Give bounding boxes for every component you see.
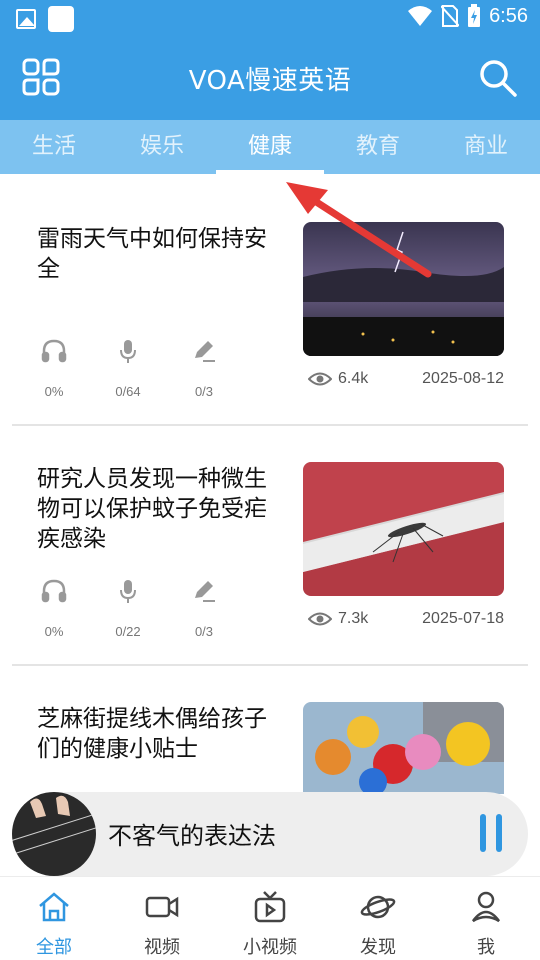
bottom-nav: 全部 视频 小视频 发现 我 — [0, 876, 540, 960]
listen-progress: 0% — [32, 576, 76, 639]
tab-business[interactable]: 商业 — [432, 120, 540, 174]
tab-entertainment[interactable]: 娱乐 — [108, 120, 216, 174]
nav-short-video[interactable]: 小视频 — [216, 877, 324, 960]
listen-value: 0% — [44, 624, 64, 639]
article-item[interactable]: 研究人员发现一种微生物可以保护蚊子免受疟疾感染 0% 0/22 0/3 7.3k… — [0, 414, 540, 654]
headphones-icon — [41, 339, 67, 363]
status-bar: 6:56 — [0, 0, 540, 36]
write-value: 0/3 — [194, 384, 214, 399]
article-thumbnail-muppets — [303, 702, 504, 794]
tab-education[interactable]: 教育 — [324, 120, 432, 174]
article-thumbnail-storm — [303, 222, 504, 356]
eye-icon — [308, 372, 332, 386]
search-button[interactable] — [478, 58, 518, 98]
search-icon — [480, 60, 517, 97]
nav-label: 我 — [477, 937, 495, 958]
player-cover — [12, 792, 96, 876]
planet-icon — [360, 895, 396, 919]
pencil-icon — [195, 581, 215, 602]
pause-button[interactable] — [478, 814, 504, 852]
speak-progress: 0/64 — [106, 336, 150, 399]
app-notification-icon — [48, 6, 74, 32]
nav-label: 发现 — [360, 937, 396, 958]
headphones-icon — [41, 579, 67, 603]
wifi-icon — [408, 6, 433, 26]
page-title: VOA慢速英语 — [188, 66, 352, 96]
nav-label: 小视频 — [243, 937, 297, 958]
speak-value: 0/64 — [115, 384, 141, 399]
status-time: 6:56 — [489, 4, 528, 27]
write-progress: 0/3 — [182, 336, 226, 399]
article-title: 芝麻街提线木偶给孩子们的健康小贴士 — [37, 706, 267, 762]
player-title: 不客气的表达法 — [108, 822, 276, 850]
speak-progress: 0/22 — [106, 576, 150, 639]
article-date: 2025-07-18 — [422, 610, 504, 627]
article-thumbnail-mosquito — [303, 462, 504, 596]
video-icon — [145, 896, 179, 918]
speak-value: 0/22 — [115, 624, 141, 639]
no-sim-icon — [441, 5, 460, 27]
listen-value: 0% — [44, 384, 64, 399]
nav-all[interactable]: 全部 — [0, 877, 108, 960]
battery-charging-icon — [468, 4, 481, 27]
article-date: 2025-08-12 — [422, 370, 504, 387]
article-item[interactable]: 芝麻街提线木偶给孩子们的健康小贴士 — [0, 654, 540, 794]
tab-health[interactable]: 健康 — [216, 120, 324, 174]
listen-progress: 0% — [32, 336, 76, 399]
microphone-icon — [120, 340, 136, 363]
app-bar: VOA慢速英语 — [0, 36, 540, 120]
nav-label: 全部 — [36, 937, 72, 958]
microphone-icon — [120, 580, 136, 603]
view-count: 7.3k — [338, 610, 369, 627]
view-count: 6.4k — [338, 370, 369, 387]
nav-me[interactable]: 我 — [432, 877, 540, 960]
gallery-notification-icon — [16, 9, 36, 29]
write-progress: 0/3 — [182, 576, 226, 639]
nav-label: 视频 — [144, 937, 180, 958]
eye-icon — [308, 612, 332, 626]
tv-icon — [254, 891, 286, 923]
home-icon — [39, 892, 69, 922]
mini-player[interactable]: 不客气的表达法 — [12, 792, 528, 876]
article-title: 研究人员发现一种微生物可以保护蚊子免受疟疾感染 — [37, 466, 267, 552]
nav-video[interactable]: 视频 — [108, 877, 216, 960]
article-title: 雷雨天气中如何保持安全 — [37, 226, 267, 282]
user-icon — [471, 891, 501, 923]
write-value: 0/3 — [194, 624, 214, 639]
article-item[interactable]: 雷雨天气中如何保持安全 0% 0/64 0/3 6.4k 2025-08-12 — [0, 174, 540, 414]
pencil-icon — [195, 341, 215, 362]
nav-discover[interactable]: 发现 — [324, 877, 432, 960]
tab-life[interactable]: 生活 — [0, 120, 108, 174]
category-tabs: 生活 娱乐 健康 教育 商业 — [0, 120, 540, 174]
